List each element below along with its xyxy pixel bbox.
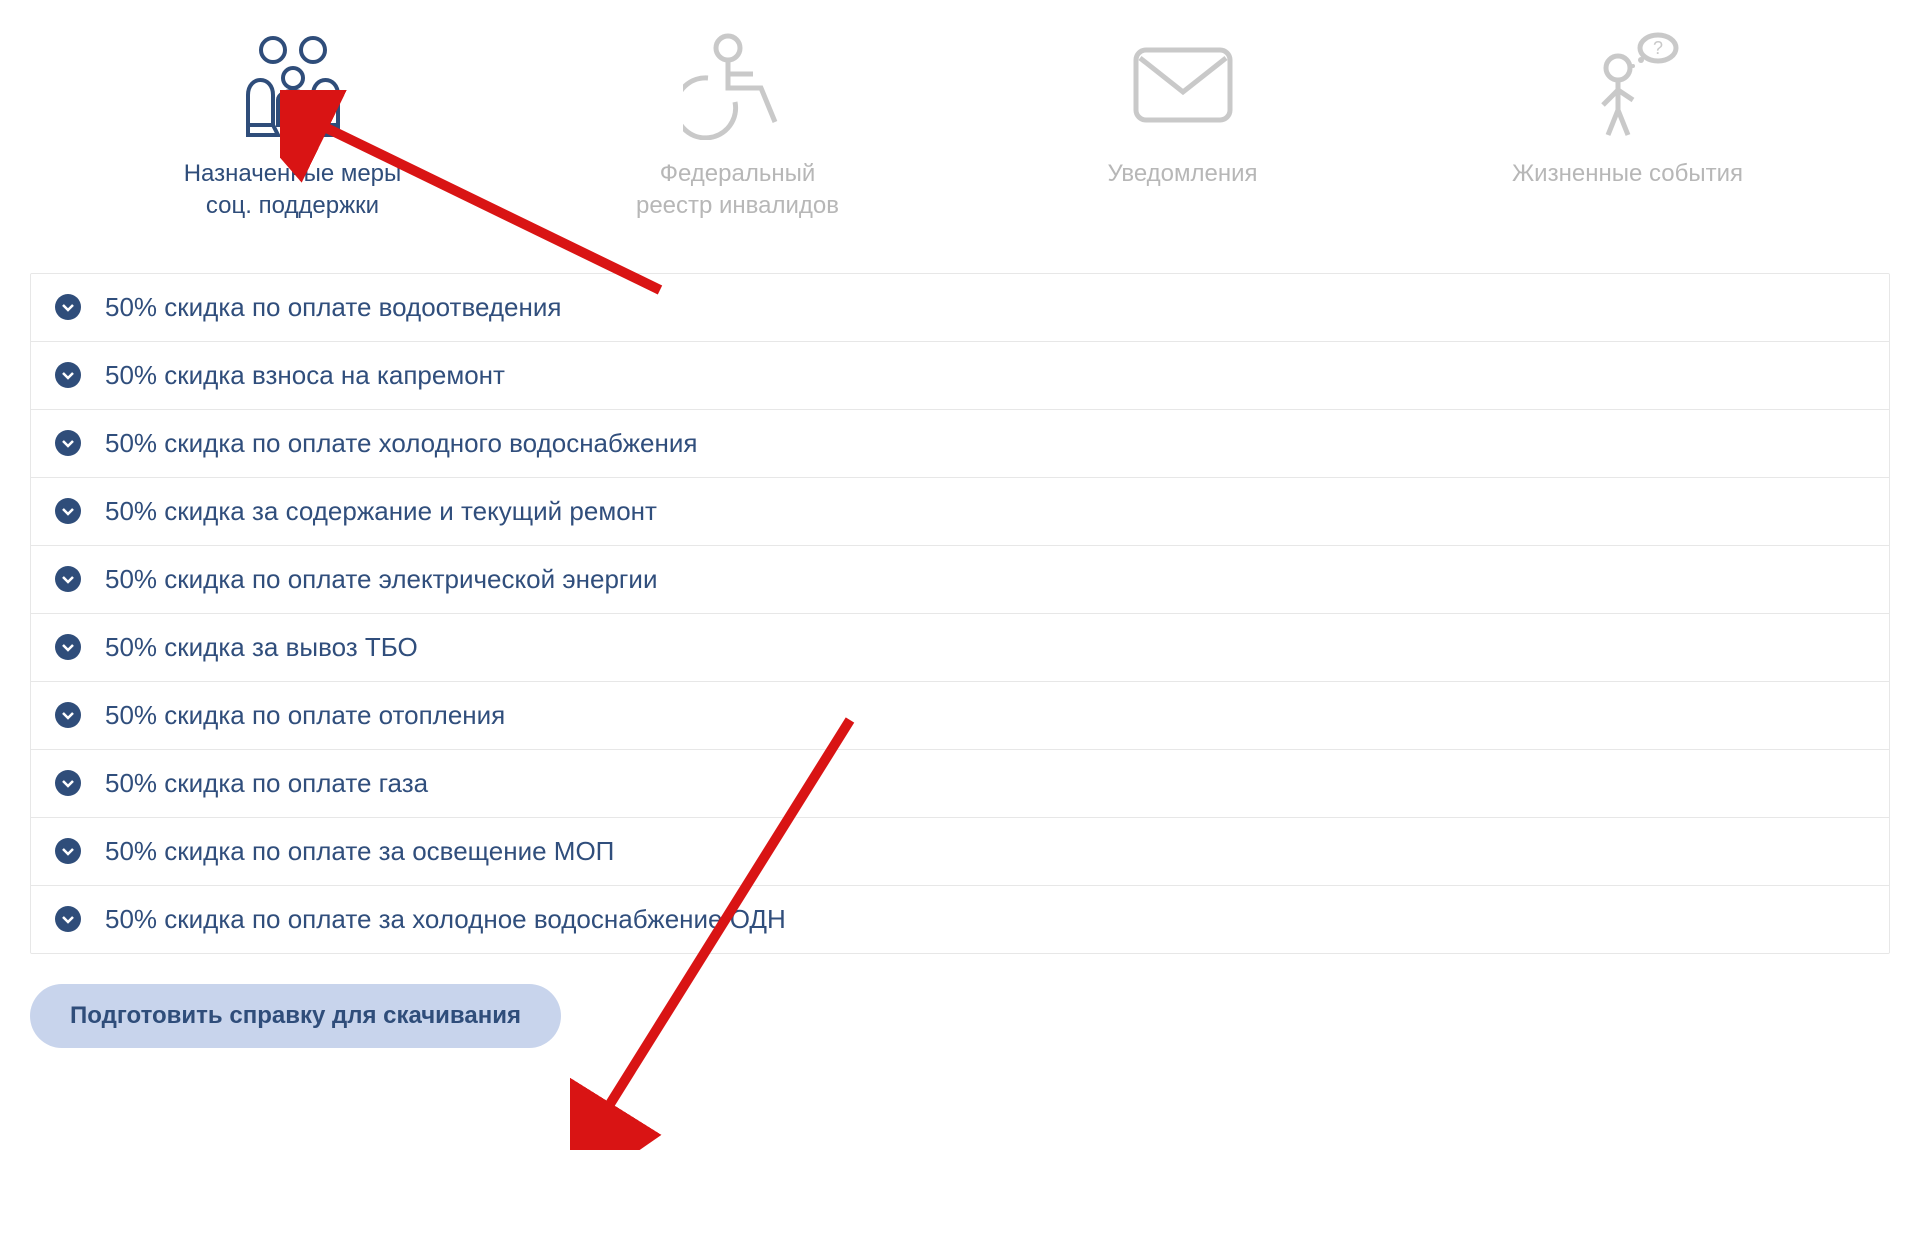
tab-life-events[interactable]: ? Жизненные события [1425,30,1830,190]
list-item[interactable]: 50% скидка взноса на капремонт [31,342,1889,410]
chevron-down-icon [55,430,81,456]
tab-notifications[interactable]: Уведомления [980,30,1385,190]
tab-label-line1: Жизненные события [1512,158,1743,190]
chevron-down-icon [55,498,81,524]
prepare-download-button[interactable]: Подготовить справку для скачивания [30,984,561,1048]
tab-label-line2: реестр инвалидов [636,190,839,222]
chevron-down-icon [55,702,81,728]
discount-label: 50% скидка по оплате за освещение МОП [105,836,614,867]
list-item[interactable]: 50% скидка по оплате отопления [31,682,1889,750]
wheelchair-icon [683,30,793,140]
chevron-down-icon [55,770,81,796]
list-item[interactable]: 50% скидка за вывоз ТБО [31,614,1889,682]
discount-label: 50% скидка взноса на капремонт [105,360,505,391]
page-root: Назначенные меры соц. поддержки Федераль… [30,20,1890,1048]
chevron-down-icon [55,838,81,864]
chevron-down-icon [55,294,81,320]
discount-label: 50% скидка по оплате холодного водоснабж… [105,428,697,459]
list-item[interactable]: 50% скидка по оплате газа [31,750,1889,818]
discount-label: 50% скидка по оплате за холодное водосна… [105,904,786,935]
discount-label: 50% скидка по оплате газа [105,768,428,799]
discount-list: 50% скидка по оплате водоотведения 50% с… [30,273,1890,954]
chevron-down-icon [55,634,81,660]
tab-label-line1: Назначенные меры [184,158,402,190]
list-item[interactable]: 50% скидка по оплате за освещение МОП [31,818,1889,886]
list-item[interactable]: 50% скидка по оплате холодного водоснабж… [31,410,1889,478]
tab-label-line1: Федеральный [660,158,816,190]
envelope-icon [1128,30,1238,140]
list-item[interactable]: 50% скидка по оплате за холодное водосна… [31,886,1889,953]
discount-label: 50% скидка по оплате водоотведения [105,292,561,323]
tab-label-line2: соц. поддержки [206,190,379,222]
chevron-down-icon [55,906,81,932]
discount-label: 50% скидка за вывоз ТБО [105,632,418,663]
svg-text:?: ? [1652,38,1662,58]
list-item[interactable]: 50% скидка по оплате водоотведения [31,274,1889,342]
chevron-down-icon [55,362,81,388]
family-hands-icon [233,30,353,140]
list-item[interactable]: 50% скидка за содержание и текущий ремон… [31,478,1889,546]
chevron-down-icon [55,566,81,592]
thinking-person-icon: ? [1573,30,1683,140]
tab-social-support[interactable]: Назначенные меры соц. поддержки [90,30,495,223]
discount-label: 50% скидка за содержание и текущий ремон… [105,496,657,527]
list-item[interactable]: 50% скидка по оплате электрической энерг… [31,546,1889,614]
top-tabs: Назначенные меры соц. поддержки Федераль… [30,20,1890,263]
discount-label: 50% скидка по оплате отопления [105,700,505,731]
tab-label-line1: Уведомления [1107,158,1257,190]
discount-label: 50% скидка по оплате электрической энерг… [105,564,657,595]
tab-disabled-registry[interactable]: Федеральный реестр инвалидов [535,30,940,223]
